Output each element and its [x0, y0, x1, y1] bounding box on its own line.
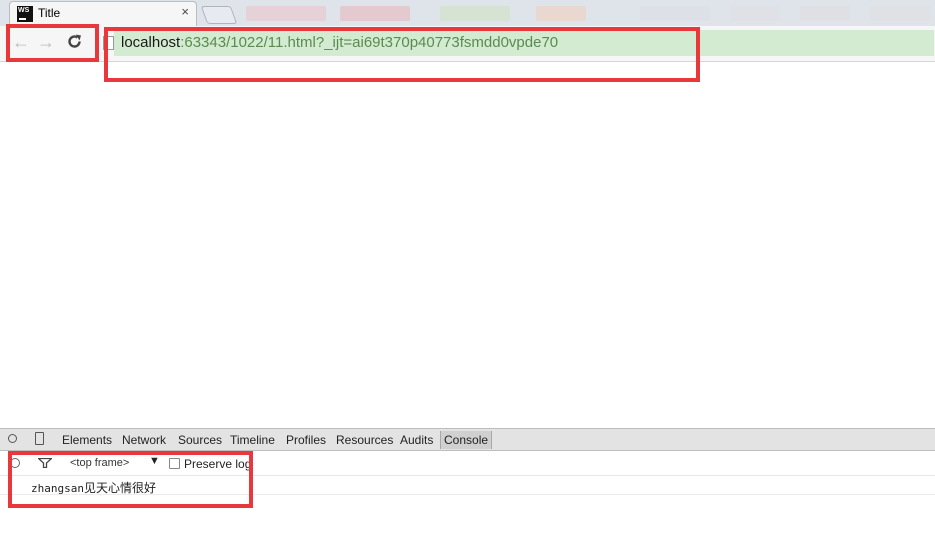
- tab-timeline[interactable]: Timeline: [230, 433, 275, 447]
- tab-title: Title: [38, 6, 61, 20]
- blurred-tab: [640, 6, 710, 21]
- blurred-tab: [536, 6, 586, 21]
- tab-strip: WS Title ×: [0, 0, 935, 27]
- inspect-search-icon[interactable]: [8, 434, 17, 443]
- tab-elements[interactable]: Elements: [62, 433, 112, 447]
- devtools-tabbar: Elements Network Sources Timeline Profil…: [0, 428, 935, 451]
- blurred-tab: [440, 6, 510, 21]
- blurred-tab: [870, 6, 930, 21]
- tab-console[interactable]: Console: [440, 431, 493, 449]
- annotation-box-address: [104, 27, 700, 82]
- blurred-tab: [340, 6, 410, 21]
- blurred-tab: [730, 6, 780, 21]
- tab-close-icon[interactable]: ×: [181, 4, 189, 19]
- annotation-box-console: [8, 451, 253, 508]
- tab-network[interactable]: Network: [122, 433, 166, 447]
- tab-profiles[interactable]: Profiles: [286, 433, 326, 447]
- tab-audits[interactable]: Audits: [400, 433, 433, 447]
- tab-sources[interactable]: Sources: [178, 433, 222, 447]
- annotation-box-nav: [6, 24, 99, 62]
- device-mode-icon[interactable]: [35, 432, 44, 445]
- new-tab-button[interactable]: [200, 6, 238, 24]
- tab-resources[interactable]: Resources: [336, 433, 393, 447]
- webstorm-logo-icon: WS: [17, 6, 33, 22]
- blurred-tab: [800, 6, 850, 21]
- blurred-tab: [246, 6, 326, 21]
